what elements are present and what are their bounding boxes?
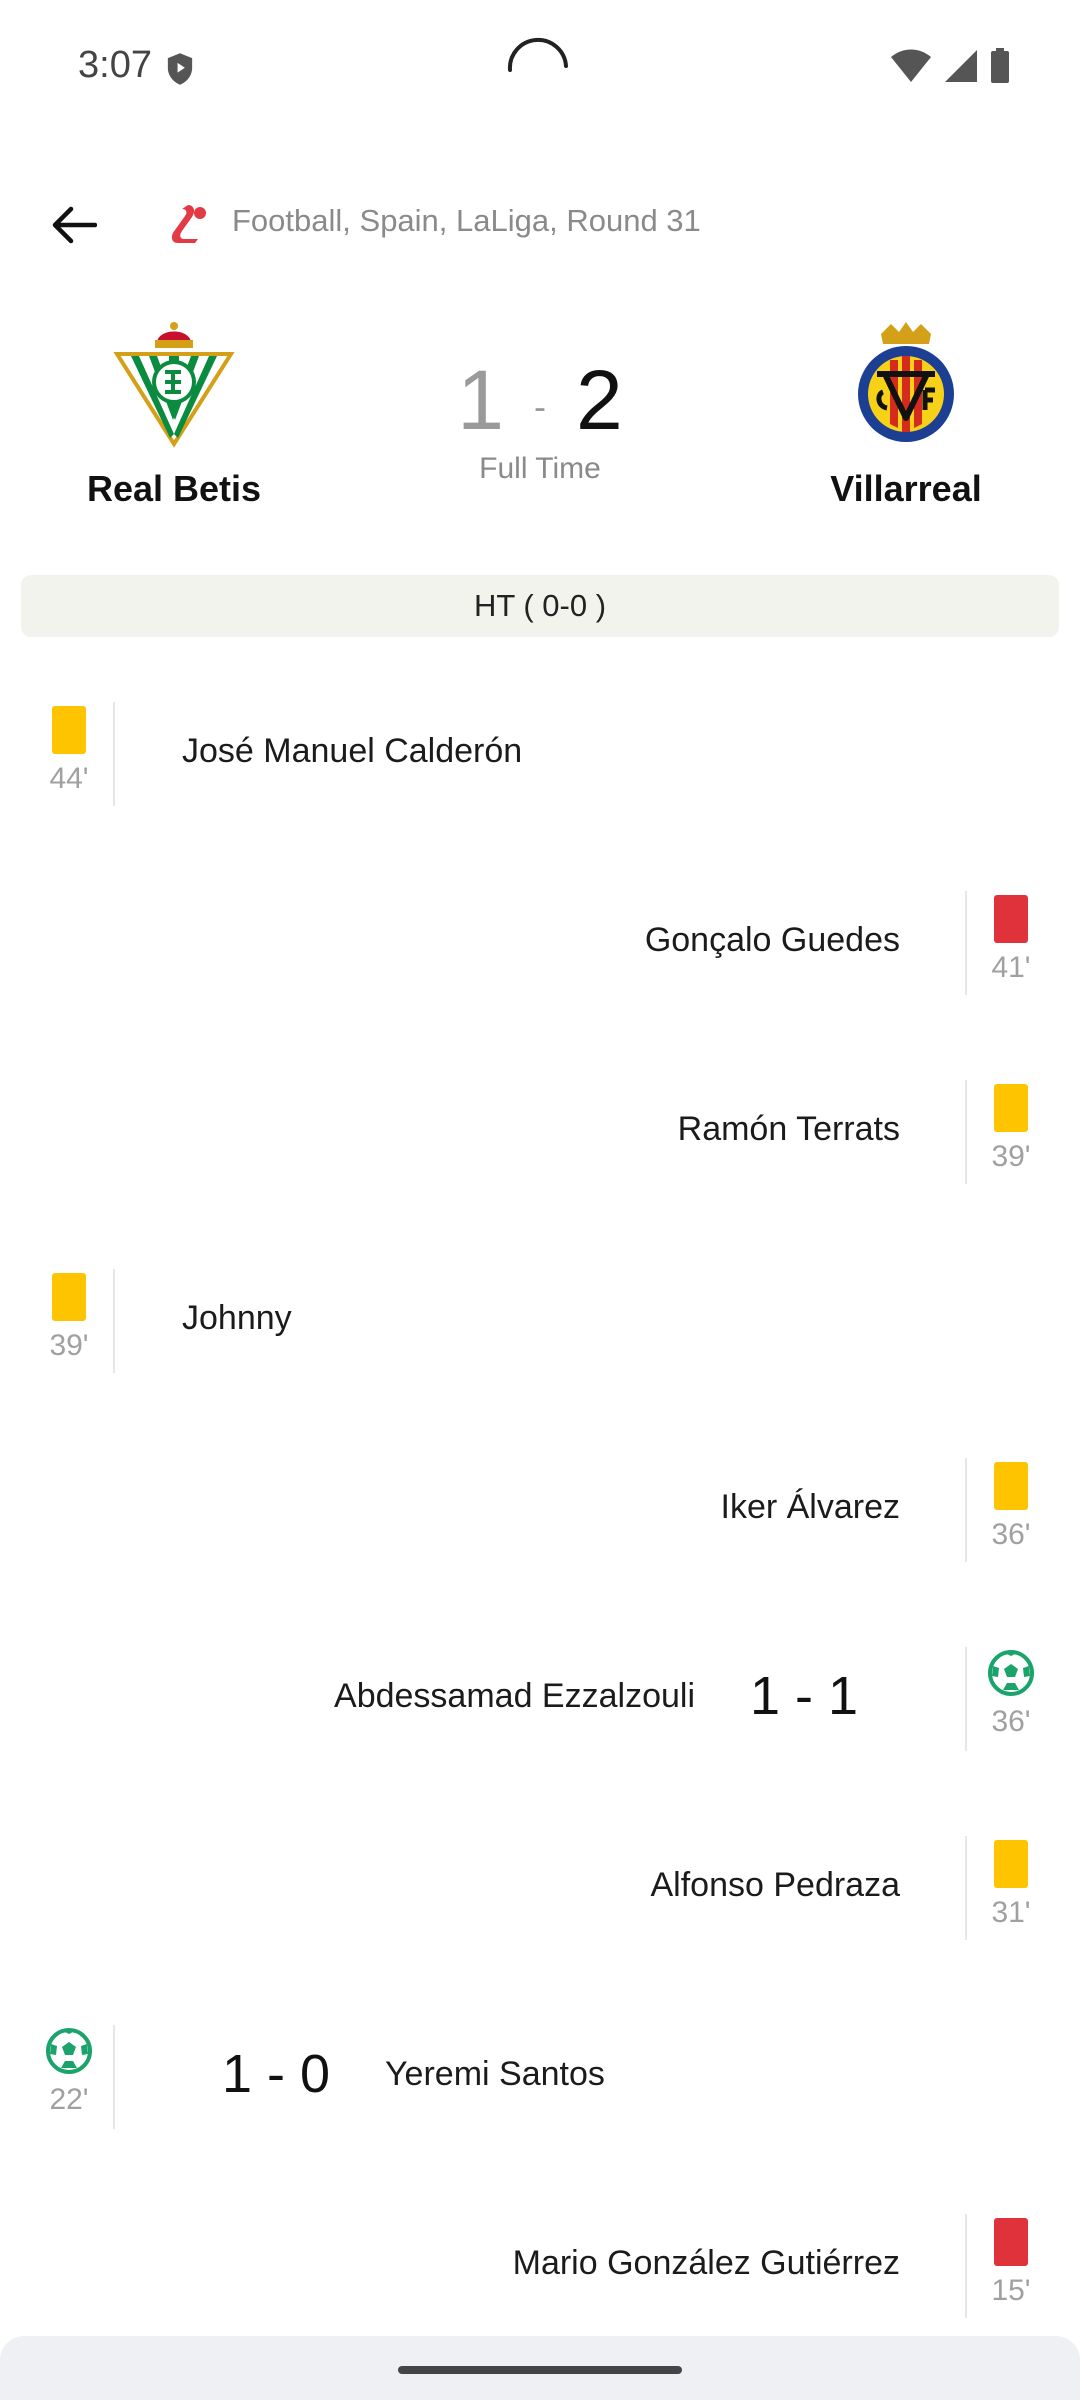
status-bar: 3:07 — [0, 0, 1080, 130]
event-row[interactable]: 41' Gonçalo Guedes — [0, 879, 1080, 1068]
laliga-logo-icon — [171, 205, 206, 243]
yellow-card-icon — [994, 1840, 1028, 1888]
match-status: Full Time — [479, 452, 601, 485]
real-betis-crest-icon — [113, 322, 235, 448]
event-marker: 39' — [25, 1269, 115, 1373]
event-marker: 39' — [965, 1080, 1055, 1184]
home-team[interactable]: Real Betis — [24, 320, 324, 510]
red-card-icon — [994, 895, 1028, 943]
signal-icon — [945, 50, 977, 82]
score-block: 1-2 Full Time — [390, 358, 690, 486]
event-marker: 41' — [965, 891, 1055, 995]
event-player: Ramón Terrats — [677, 1110, 900, 1148]
wifi-icon — [891, 49, 931, 82]
status-icons — [890, 48, 1010, 84]
event-minute: 22' — [49, 2083, 89, 2116]
event-row[interactable]: 36' Iker Álvarez — [0, 1446, 1080, 1635]
away-team[interactable]: Villarreal — [756, 320, 1056, 510]
event-minute: 36' — [991, 1705, 1031, 1738]
event-minute: 44' — [49, 762, 89, 795]
battery-icon — [991, 48, 1009, 83]
event-minute: 15' — [991, 2274, 1031, 2307]
event-marker: 36' — [965, 1647, 1055, 1751]
event-player: Johnny — [182, 1299, 292, 1337]
halftime-score-bar: HT ( 0-0 ) — [21, 575, 1059, 637]
event-player: José Manuel Calderón — [182, 732, 523, 770]
app-bar: Football, Spain, LaLiga, Round 31 — [0, 175, 1080, 265]
event-row[interactable]: 31' Alfonso Pedraza — [0, 1824, 1080, 2013]
event-row[interactable]: 39' Ramón Terrats — [0, 1068, 1080, 1257]
event-marker: 22' — [25, 2025, 115, 2129]
goal-running-score: 1 - 0 — [222, 2044, 331, 2104]
event-player: Mario González Gutiérrez — [512, 2244, 900, 2282]
event-marker: 31' — [965, 1836, 1055, 1940]
home-team-name: Real Betis — [86, 468, 262, 509]
home-handle[interactable] — [398, 2366, 682, 2374]
loading-spinner-icon — [507, 38, 568, 72]
event-player: Iker Álvarez — [720, 1488, 901, 1526]
away-team-name: Villarreal — [830, 468, 982, 509]
event-row[interactable]: 44' José Manuel Calderón — [0, 690, 1080, 879]
goal-ball-icon — [46, 2028, 92, 2074]
goal-ball-icon — [988, 1650, 1034, 1696]
match-events-list: 44' José Manuel Calderón 41' Gonçalo Gue… — [0, 690, 1080, 2391]
event-player: Yeremi Santos — [385, 2055, 605, 2093]
match-score-header: Real Betis 1-2 Full Time Villarreal — [0, 320, 1080, 540]
away-score: 2 — [576, 353, 623, 447]
vpn-shield-icon — [167, 53, 193, 85]
yellow-card-icon — [52, 1273, 86, 1321]
yellow-card-icon — [994, 1084, 1028, 1132]
event-row[interactable]: 39' Johnny — [0, 1257, 1080, 1446]
event-minute: 36' — [991, 1518, 1031, 1551]
yellow-card-icon — [52, 706, 86, 754]
gesture-nav-bar — [0, 2336, 1080, 2400]
score-separator: - — [534, 385, 546, 427]
event-marker: 44' — [25, 702, 115, 806]
breadcrumb[interactable]: Football, Spain, LaLiga, Round 31 — [232, 203, 701, 239]
red-card-icon — [994, 2218, 1028, 2266]
event-minute: 31' — [991, 1896, 1031, 1929]
yellow-card-icon — [994, 1462, 1028, 1510]
event-minute: 39' — [49, 1329, 89, 1362]
home-score: 1 — [457, 353, 504, 447]
villarreal-crest-icon — [858, 322, 954, 442]
event-player: Abdessamad Ezzalzouli — [334, 1677, 695, 1715]
event-minute: 41' — [991, 951, 1031, 984]
event-player: Gonçalo Guedes — [644, 921, 900, 959]
arrow-back-icon — [52, 206, 97, 244]
back-button[interactable] — [38, 189, 110, 261]
status-time: 3:07 — [78, 44, 152, 86]
event-player: Alfonso Pedraza — [650, 1866, 901, 1904]
event-marker: 15' — [965, 2214, 1055, 2318]
goal-running-score: 1 - 1 — [749, 1666, 858, 1726]
event-minute: 39' — [991, 1140, 1031, 1173]
event-row[interactable]: 22' 1 - 0 Yeremi Santos — [0, 2013, 1080, 2202]
event-row[interactable]: 36' 1 - 1 Abdessamad Ezzalzouli — [0, 1635, 1080, 1824]
event-marker: 36' — [965, 1458, 1055, 1562]
